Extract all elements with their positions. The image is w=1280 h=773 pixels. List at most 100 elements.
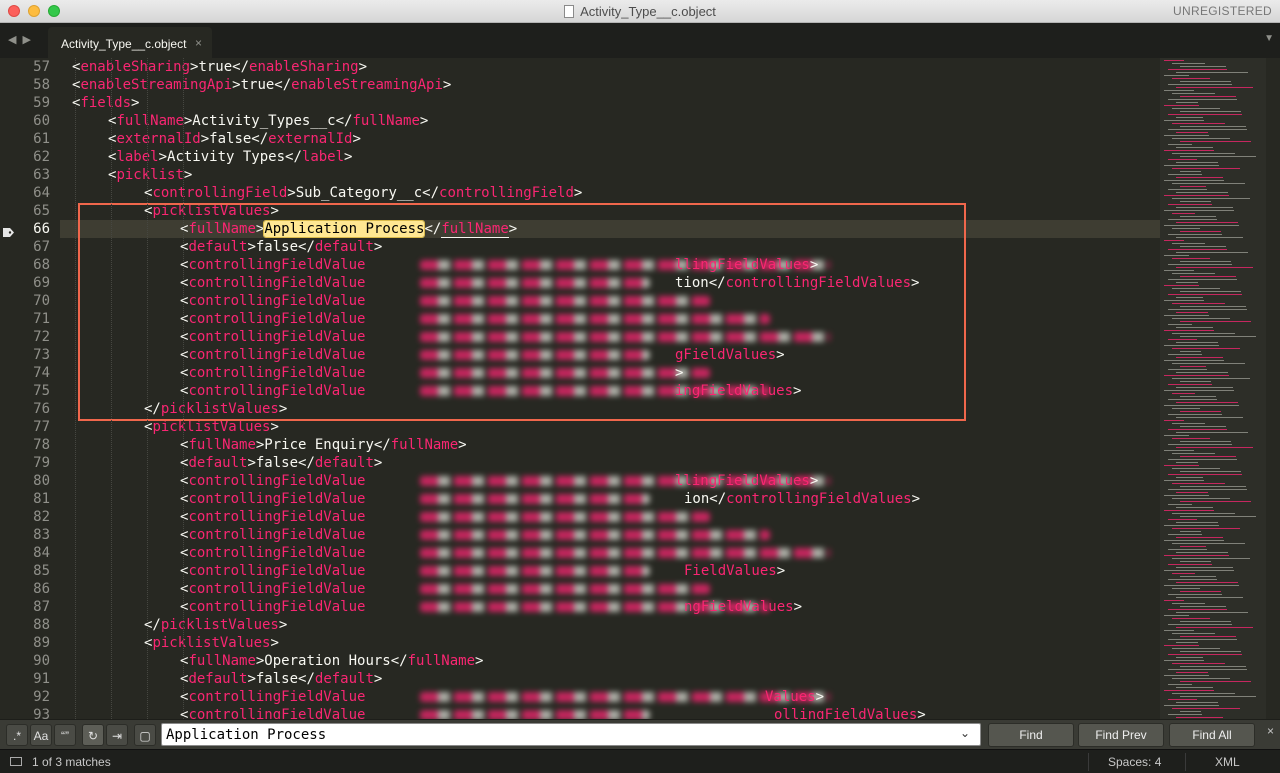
line-number: 75 (33, 383, 50, 399)
minimap-line (1168, 309, 1247, 310)
wrap-toggle[interactable]: ↻ (82, 724, 104, 746)
code-line[interactable]: <controllingFieldValue (180, 706, 365, 719)
tab-label: Activity_Type__c.object (61, 37, 187, 51)
minimap-line (1168, 669, 1247, 670)
minimap-line (1180, 366, 1206, 367)
minimap-line (1164, 150, 1214, 151)
tab-forward-icon[interactable]: ▶ (22, 34, 36, 46)
code-line[interactable]: <controllingField>Sub_Category__c</contr… (144, 184, 582, 202)
regex-toggle[interactable]: .* (6, 724, 28, 746)
minimap-line (1164, 195, 1229, 196)
tab-back-icon[interactable]: ◀ (8, 34, 22, 46)
minimap-line (1176, 87, 1253, 88)
close-find-panel-icon[interactable]: × (1267, 724, 1274, 738)
code-text: >false</ (200, 131, 269, 147)
find-all-button[interactable]: Find All (1169, 723, 1255, 747)
code-line[interactable]: <fullName>Operation Hours</fullName> (180, 652, 483, 670)
minimap-line (1180, 636, 1236, 637)
minimap-line (1180, 501, 1251, 502)
minimap-line (1176, 687, 1213, 688)
code-line[interactable]: <default>false</default> (180, 670, 382, 688)
minimap-line (1180, 111, 1241, 112)
minimap-line (1168, 639, 1237, 640)
minimap-line (1164, 630, 1194, 631)
tab-close-icon[interactable]: × (195, 36, 202, 50)
indent-guide (147, 58, 148, 719)
minimap-viewport[interactable] (1160, 58, 1266, 719)
code-line[interactable]: <picklistValues> (144, 634, 279, 652)
code-line[interactable]: <controllingFieldValue (180, 490, 365, 508)
minimap-line (1176, 207, 1233, 208)
indentation-setting[interactable]: Spaces: 4 (1108, 755, 1161, 769)
code-line[interactable]: <enableStreamingApi>true</enableStreamin… (72, 76, 451, 94)
minimap-line (1180, 276, 1236, 277)
code-line[interactable]: <controllingFieldValue (180, 598, 365, 616)
code-line[interactable]: <controllingFieldValue (180, 580, 365, 598)
code-line[interactable]: <default>false</default> (180, 454, 382, 472)
minimap-line (1176, 372, 1228, 373)
minimap-line (1180, 201, 1211, 202)
minimap-line (1176, 402, 1238, 403)
highlight-matches-toggle[interactable]: ▢ (134, 724, 156, 746)
minimap-line (1176, 327, 1213, 328)
minimap-line (1180, 66, 1226, 67)
line-number: 68 (33, 257, 50, 273)
xml-tag-name: externalId (268, 131, 353, 147)
tab-activity-type-object[interactable]: Activity_Type__c.object × (48, 27, 212, 58)
minimap-line (1172, 423, 1205, 424)
xml-tag-name: fields (80, 95, 132, 111)
line-number: 63 (33, 167, 50, 183)
minimap-line (1180, 441, 1231, 442)
find-history-chevron-down-icon[interactable]: ⌄ (960, 726, 970, 740)
minimap-line (1164, 555, 1229, 556)
find-input[interactable]: Application Process (161, 723, 981, 746)
syntax-selector[interactable]: XML (1215, 755, 1240, 769)
code-line[interactable]: <controllingFieldValue (180, 508, 365, 526)
minimap-line (1180, 336, 1256, 337)
minimap-line (1172, 438, 1210, 439)
code-line[interactable]: <fullName>Activity_Types__c</fullName> (108, 112, 428, 130)
minimap[interactable] (1160, 58, 1266, 719)
redacted-text (420, 584, 710, 594)
code-line[interactable]: <fullName>Price Enquiry</fullName> (180, 436, 467, 454)
code-line[interactable]: <controllingFieldValue (180, 544, 365, 562)
in-selection-toggle[interactable]: ⇥ (106, 724, 128, 746)
tab-menu-icon[interactable]: ▼ (1264, 33, 1274, 44)
find-prev-button[interactable]: Find Prev (1078, 723, 1164, 747)
minimap-line (1168, 354, 1202, 355)
code-line[interactable]: <picklist> (108, 166, 192, 184)
minimap-line (1172, 603, 1205, 604)
minimap-line (1176, 267, 1253, 268)
code-line[interactable]: <controllingFieldValue (180, 562, 365, 580)
case-sensitive-toggle[interactable]: Aa (30, 724, 52, 746)
minimap-line (1164, 375, 1229, 376)
code-line[interactable]: <fields> (72, 94, 139, 112)
minimap-line (1164, 495, 1209, 496)
minimap-line (1180, 81, 1231, 82)
xml-tag-name: enableSharing (249, 59, 359, 75)
code-text: >false</ (247, 455, 315, 471)
minimap-line (1172, 183, 1245, 184)
code-text: > (270, 419, 279, 435)
minimap-line (1164, 585, 1239, 586)
code-line[interactable]: <externalId>false</externalId> (108, 130, 361, 148)
code-line[interactable]: <enableSharing>true</enableSharing> (72, 58, 367, 76)
whole-word-toggle[interactable]: “” (54, 724, 76, 746)
minimap-line (1172, 303, 1225, 304)
panel-toggle-icon[interactable] (10, 757, 22, 766)
minimap-line (1176, 582, 1238, 583)
find-button[interactable]: Find (988, 723, 1074, 747)
code-line[interactable]: <controllingFieldValue (180, 472, 365, 490)
code-line[interactable]: <label>Activity Types</label> (108, 148, 352, 166)
xml-tag-name: picklistValues (152, 419, 271, 435)
minimap-line (1172, 78, 1210, 79)
code-line[interactable]: <controllingFieldValue (180, 688, 365, 706)
minimap-line (1180, 516, 1256, 517)
minimap-line (1172, 348, 1240, 349)
line-number: 91 (33, 671, 50, 687)
code-line[interactable]: </picklistValues> (144, 616, 287, 634)
code-line[interactable]: <controllingFieldValue (180, 526, 365, 544)
code-editor[interactable]: 57 58 59 60 61 62 63 64 65 66 67 68 69 70 71 72 73 74 75 76… (0, 58, 1280, 719)
minimap-line (1168, 339, 1197, 340)
code-text: > (352, 131, 361, 147)
